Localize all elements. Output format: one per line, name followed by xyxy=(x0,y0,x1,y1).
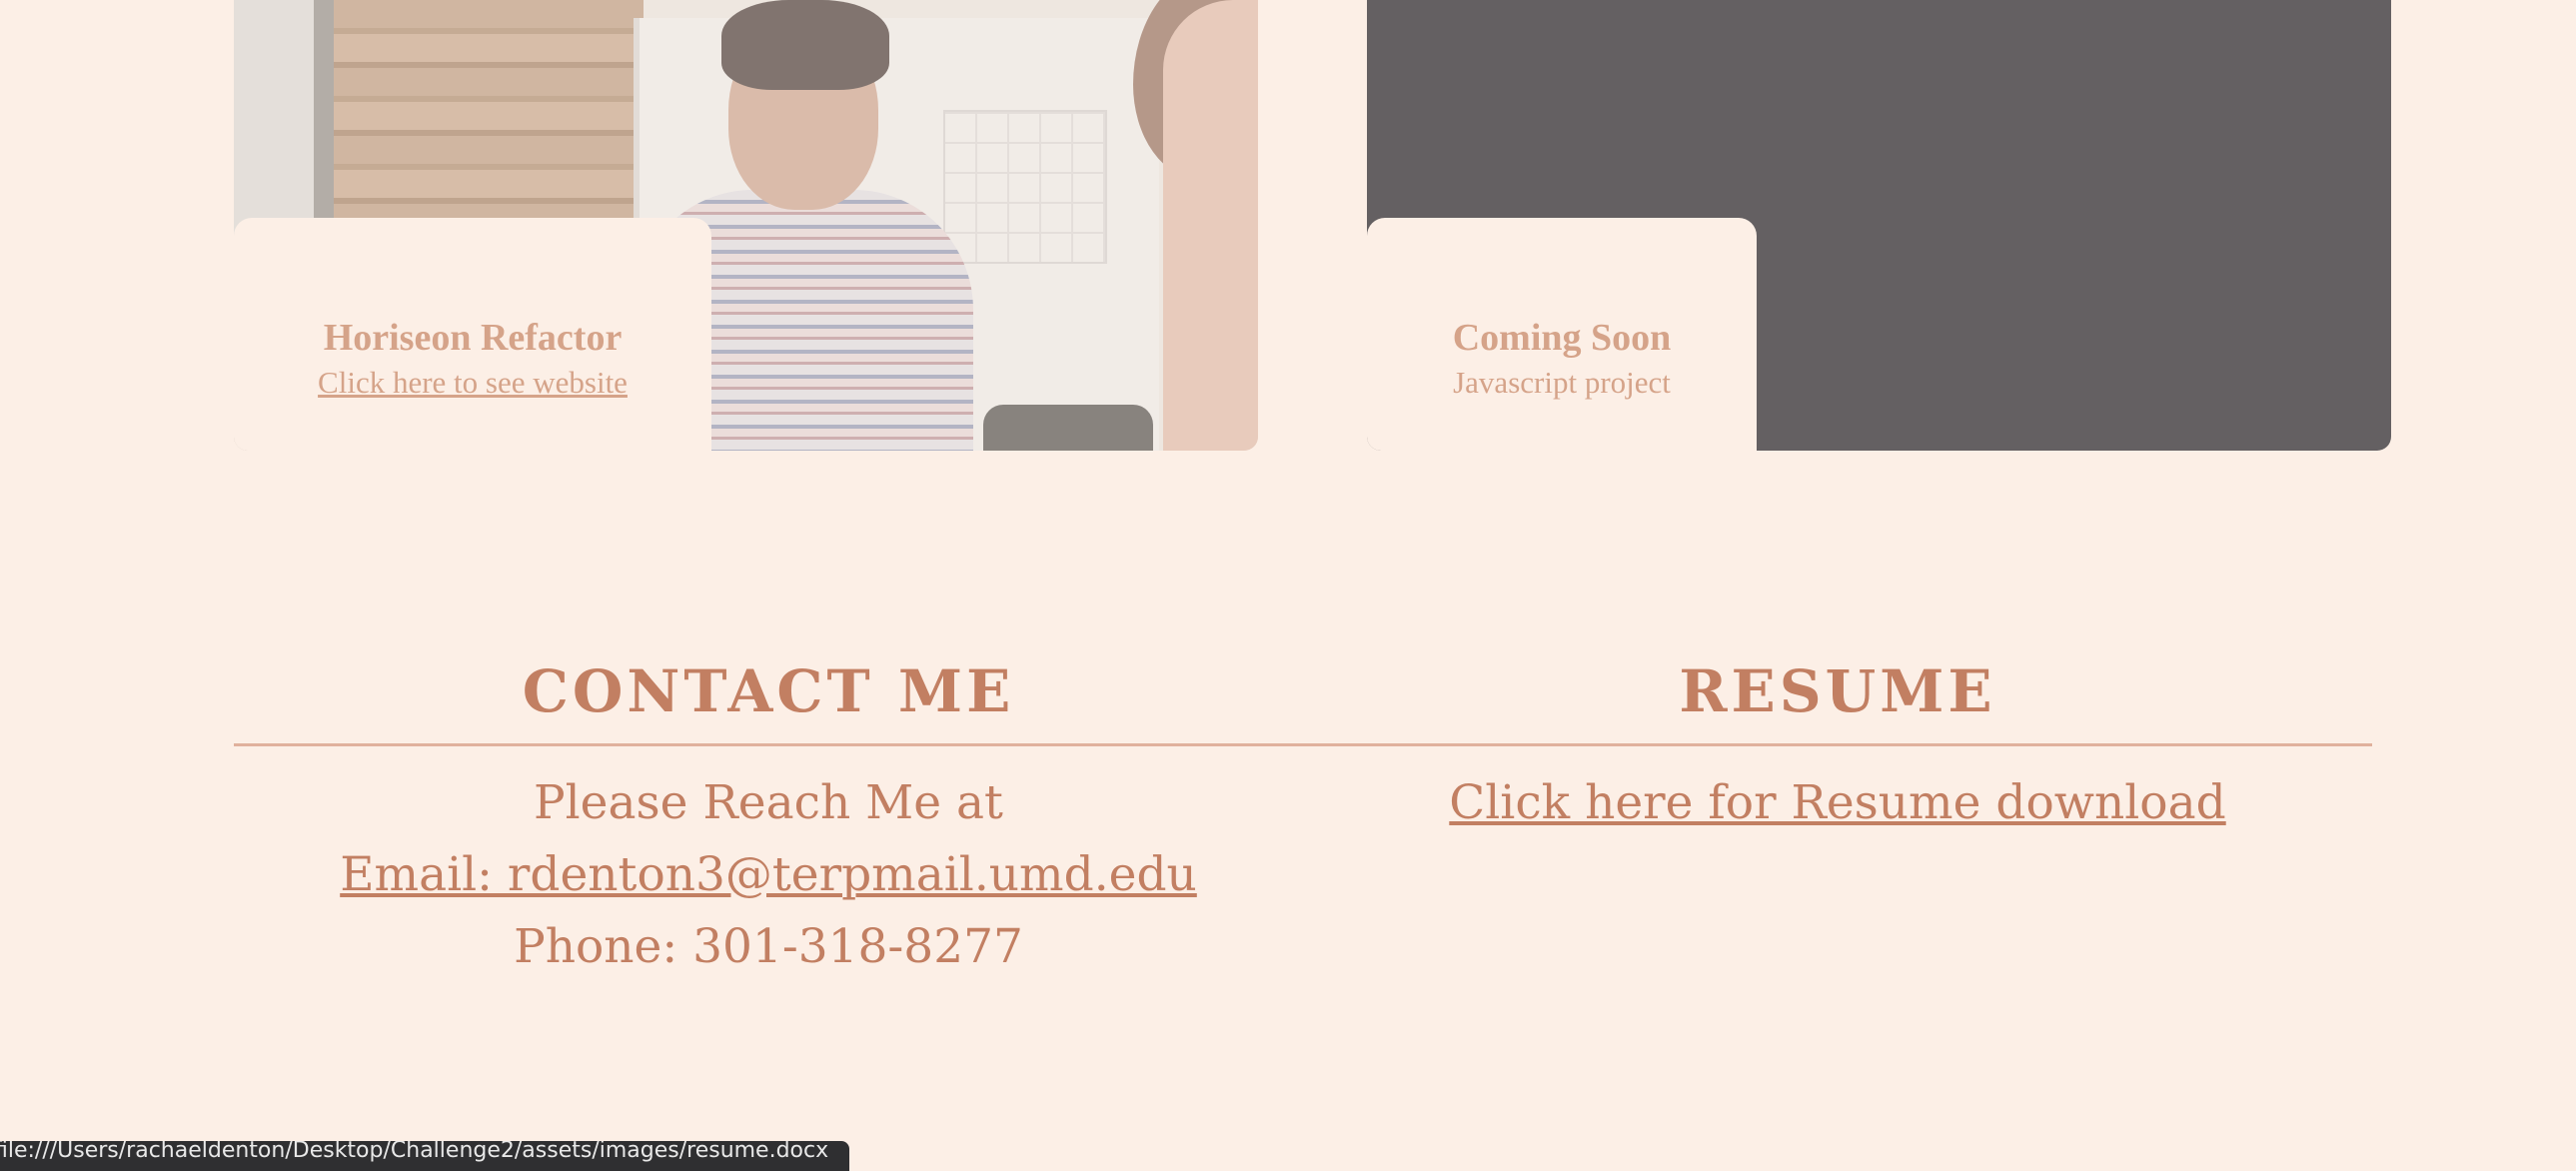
contact-heading: CONTACT ME xyxy=(522,657,1015,725)
contact-intro: Please Reach Me at xyxy=(534,775,1003,830)
browser-status-bar: file:///Users/rachaeldenton/Desktop/Chal… xyxy=(0,1141,849,1171)
project-label: Coming Soon Javascript project xyxy=(1367,218,1757,451)
project-card-horiseon: Horiseon Refactor Click here to see webs… xyxy=(234,0,1258,451)
project-title: Coming Soon xyxy=(1452,317,1672,359)
email-link[interactable]: Email: rdenton3@terpmail.umd.edu xyxy=(234,839,1303,911)
resume-info: Click here for Resume download xyxy=(1303,767,2372,839)
section-divider xyxy=(234,743,2372,746)
resume-heading: RESUME xyxy=(1679,657,1996,725)
resume-download-link[interactable]: Click here for Resume download xyxy=(1449,775,2225,830)
project-subtitle: Javascript project xyxy=(1453,364,1671,400)
project-website-link[interactable]: Click here to see website xyxy=(318,364,628,401)
status-url: file:///Users/rachaeldenton/Desktop/Chal… xyxy=(0,1141,829,1163)
project-label: Horiseon Refactor Click here to see webs… xyxy=(234,218,711,451)
phone-number: Phone: 301-318-8277 xyxy=(514,919,1023,974)
contact-info: Please Reach Me at Email: rdenton3@terpm… xyxy=(234,767,1303,983)
project-card-coming-soon: Coming Soon Javascript project xyxy=(1367,0,2391,451)
project-title: Horiseon Refactor xyxy=(323,317,623,359)
